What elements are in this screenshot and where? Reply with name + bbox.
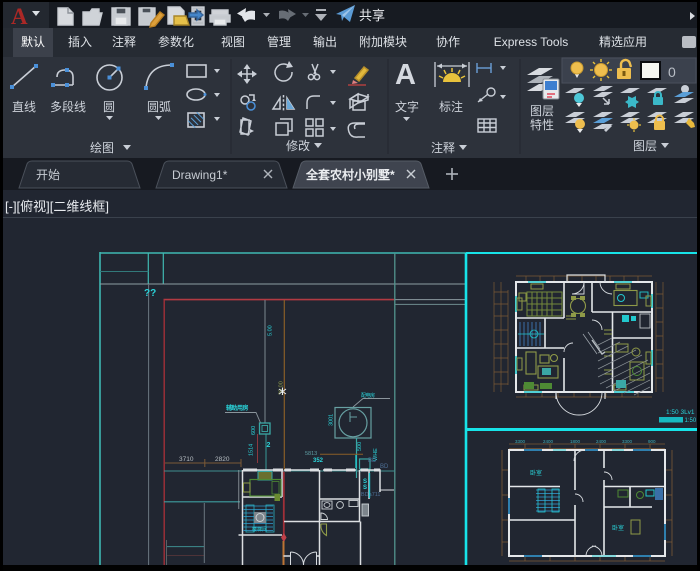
svg-text:2: 2	[267, 442, 271, 449]
svg-text:直线: 直线	[12, 100, 36, 114]
svg-text:352: 352	[313, 458, 324, 464]
svg-text:5813: 5813	[305, 451, 317, 457]
svg-text:配电房: 配电房	[361, 392, 375, 399]
svg-text:注释: 注释	[431, 140, 455, 155]
svg-text:3001: 3001	[329, 414, 335, 426]
svg-text:5.00: 5.00	[268, 325, 274, 336]
svg-text:900: 900	[648, 439, 656, 444]
svg-text:3710: 3710	[179, 456, 194, 463]
svg-text:BDa711: BDa711	[361, 492, 380, 498]
svg-text:标注: 标注	[439, 99, 463, 114]
svg-text:BD: BD	[368, 458, 377, 464]
svg-text:3300: 3300	[515, 439, 526, 444]
svg-text:1:50: 1:50	[685, 418, 697, 424]
svg-text:A: A	[395, 59, 416, 91]
svg-text:多段线: 多段线	[50, 99, 86, 114]
svg-text:3300: 3300	[622, 439, 633, 444]
svg-text:图层: 图层	[633, 139, 657, 153]
svg-text:A: A	[11, 4, 28, 29]
svg-text:0: 0	[668, 64, 676, 80]
svg-text:2400: 2400	[596, 439, 607, 444]
svg-text:36.00: 36.00	[279, 381, 285, 395]
svg-text:卧室: 卧室	[612, 524, 624, 532]
svg-text:2820: 2820	[215, 456, 230, 463]
svg-text:楼梯间: 楼梯间	[252, 526, 267, 533]
svg-text:1800: 1800	[570, 439, 581, 444]
svg-text:特性: 特性	[530, 117, 554, 132]
svg-text:2400: 2400	[543, 439, 554, 444]
svg-text:绘图: 绘图	[90, 140, 114, 155]
svg-text:辅助用房: 辅助用房	[226, 404, 249, 412]
svg-text:Drawing1*: Drawing1*	[172, 168, 228, 182]
svg-text:圆: 圆	[103, 100, 115, 114]
svg-text:共享: 共享	[359, 8, 385, 23]
svg-text:600: 600	[251, 426, 257, 435]
svg-text:全套农村小别墅*: 全套农村小别墅*	[305, 167, 395, 182]
svg-text:开始: 开始	[36, 168, 60, 182]
svg-text:1514: 1514	[249, 444, 255, 456]
svg-text:卧室: 卧室	[530, 469, 542, 477]
svg-text:S: S	[363, 485, 367, 491]
svg-text:图层: 图层	[530, 104, 554, 118]
svg-text:文字: 文字	[395, 99, 419, 114]
svg-text:BD: BD	[380, 464, 389, 470]
svg-text:??: ??	[144, 288, 156, 299]
svg-text:修改: 修改	[286, 138, 310, 153]
svg-text:圆弧: 圆弧	[147, 100, 171, 114]
svg-text:500: 500	[357, 442, 363, 451]
svg-text:1:50 3Lv1: 1:50 3Lv1	[666, 409, 695, 416]
